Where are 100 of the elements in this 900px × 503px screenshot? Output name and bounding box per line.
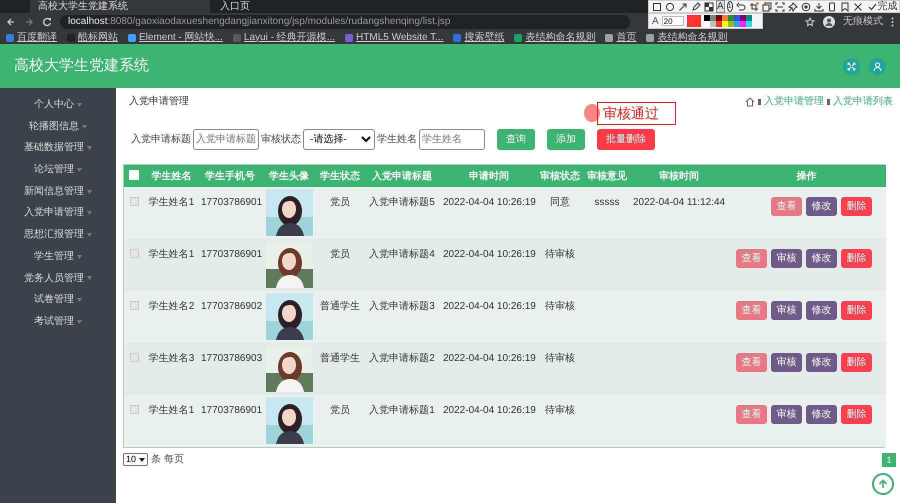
bookmark-label: 酷标网站 [78,32,118,44]
delete-button[interactable]: 删除 [841,405,872,424]
copy-tool[interactable] [762,1,772,12]
browser-tab[interactable]: 高校大学生党建系统 [30,0,210,13]
back-icon[interactable] [6,17,16,27]
scroll-top-button[interactable] [872,473,894,495]
user-button[interactable] [869,58,886,75]
column-header: 审核状态 [537,165,583,187]
sidebar-item[interactable]: 轮播图信息 [29,116,87,138]
table-cell: 学生姓名2 [144,291,199,343]
page-size-label: 条 每页 [151,453,184,467]
select-all-checkbox[interactable] [129,170,139,180]
bookmark-tool[interactable] [840,1,850,12]
sidebar-item[interactable]: 入党申请管理 [24,202,92,224]
page-size-select[interactable]: 10 [123,453,148,466]
square-tool[interactable] [652,1,662,12]
delete-button[interactable]: 删除 [841,301,872,320]
target-tool[interactable] [800,1,811,12]
sidebar-item[interactable]: 新闻信息管理 [24,180,92,202]
table-cell: 入党申请标题5 [363,187,441,239]
bookmark[interactable]: 首页 [605,32,636,44]
address-bar[interactable]: localhost:8080/gaoxiaodaxueshengdangjianxitong/jsp/modules/rudangshenqing/list.jsp [60,15,630,29]
table-cell: 17703786901 [199,187,261,239]
row-checkbox[interactable] [130,353,138,362]
delete-button[interactable]: 删除 [841,249,872,268]
expand-icon [847,62,856,71]
check-icon [868,2,877,11]
current-color-swatch[interactable] [686,15,701,27]
review-button[interactable]: 审核 [771,353,802,372]
color-swatch[interactable] [704,21,710,27]
sidebar-item[interactable]: 个人中心 [34,94,82,116]
row-checkbox[interactable] [130,405,138,414]
reload-icon[interactable] [42,17,52,27]
arrow-tool[interactable] [678,1,688,12]
table-cell: 同意 [537,187,583,239]
star-icon[interactable] [805,17,815,27]
table-cell: 党员 [317,395,363,447]
bookmark-label: 百度翻译 [17,32,57,44]
phone-tool[interactable] [826,1,837,12]
column-header: 申请时间 [441,165,537,187]
undo-tool[interactable] [736,1,746,12]
column-header: 审核时间 [631,165,727,187]
review-button[interactable]: 审核 [771,249,802,268]
annotation-text[interactable]: 审核通过 [597,102,676,125]
row-checkbox[interactable] [130,301,138,310]
column-header: 操作 [727,165,886,187]
field-label: 入党申请标题 [131,132,191,147]
review-button[interactable]: 审核 [771,405,802,424]
color-swatch[interactable] [704,15,710,21]
search-field[interactable]: 学生姓名 [419,129,485,150]
pin-tool[interactable] [788,1,798,12]
delete-button[interactable]: 删除 [841,197,872,216]
table-cell: 2022-04-04 10:26:19 [441,395,537,447]
edit-button[interactable]: 修改 [806,353,837,372]
profile-icon[interactable] [823,16,835,28]
bookmark[interactable]: 百度翻译 [6,32,57,44]
edit-button[interactable]: 修改 [806,405,837,424]
review-button[interactable]: 审核 [771,301,802,320]
sidebar-item[interactable]: 考试管理 [34,310,82,333]
pen-tool[interactable] [691,1,701,12]
batch-delete-button[interactable]: 批量删除 [597,129,655,150]
caret-icon [77,298,82,302]
download-tool[interactable] [814,1,824,12]
status-select[interactable]: -请选择- [303,129,375,150]
circle-tool[interactable] [665,1,675,12]
column-header: 审核意见 [583,165,631,187]
edit-button[interactable]: 修改 [806,197,837,216]
font-size-select[interactable]: 20 [662,16,684,26]
sidebar-item[interactable]: 党务人员管理 [24,268,92,290]
forward-icon[interactable] [24,17,34,27]
crop-tool[interactable] [748,1,759,12]
close-tool[interactable] [852,1,863,12]
bookmark[interactable]: 酷标网站 [67,32,118,44]
caret-icon [87,190,92,194]
sidebar-item[interactable]: 论坛管理 [34,159,82,181]
delete-button[interactable]: 删除 [841,353,872,372]
grid-tool[interactable] [704,1,714,12]
edit-button[interactable]: 修改 [806,249,837,268]
done-button[interactable]: 完成 [866,1,898,12]
row-checkbox[interactable] [130,249,138,258]
table-cell: 学生姓名1 [144,239,199,291]
fullscreen-button[interactable] [843,58,860,75]
page-title: 入党申请管理 [128,94,189,109]
caret-icon [82,124,87,129]
edit-button[interactable]: 修改 [806,301,837,320]
sidebar-item[interactable]: 试卷管理 [34,289,82,311]
table-cell: 17703786901 [199,239,261,291]
bookmark[interactable]: 搜索壁纸 [453,32,504,44]
column-header: 学生状态 [317,165,363,187]
table-cell: 2022-04-04 10:26:19 [441,343,537,395]
more-menu-icon[interactable] [891,17,894,27]
scan-tool[interactable] [774,1,785,12]
table-cell: 党员 [317,187,363,239]
text-tool[interactable]: A [717,1,724,12]
sidebar-item[interactable]: 学生管理 [34,246,82,268]
search-field[interactable]: 入党申请标题 [193,129,259,150]
sidebar-item[interactable]: 基础数据管理 [24,137,92,160]
row-checkbox[interactable] [130,197,138,206]
home-icon[interactable] [745,96,755,106]
sidebar-item[interactable]: 思想汇报管理 [24,224,92,246]
